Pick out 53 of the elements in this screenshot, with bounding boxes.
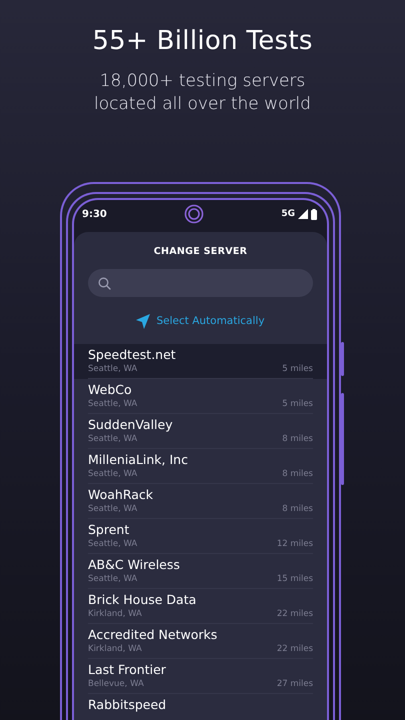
server-row[interactable]: Brick House Data Kirkland, WA 22 miles: [74, 589, 327, 624]
server-name: Accredited Networks: [88, 627, 218, 643]
server-distance: 15 miles: [276, 573, 313, 585]
headline: 55+ Billion Tests: [91, 25, 314, 58]
server-distance: 22 miles: [276, 608, 313, 620]
server-name: MilleniaLink, Inc: [88, 452, 189, 468]
server-name: AB&C Wireless: [88, 557, 181, 573]
server-row[interactable]: Accredited Networks Kirkland, WA 22 miles: [74, 624, 327, 659]
server-distance: 22 miles: [276, 643, 313, 655]
server-distance: 8 miles: [282, 468, 313, 480]
server-name: WebCo: [88, 382, 133, 398]
sheet-title: CHANGE SERVER: [152, 245, 248, 257]
server-row[interactable]: WoahRack Seattle, WA 8 miles: [74, 484, 327, 519]
search-icon: [98, 276, 111, 290]
server-row[interactable]: MilleniaLink, Inc Seattle, WA 8 miles: [74, 449, 327, 484]
server-location: Seattle, WA: [88, 363, 138, 375]
server-name: Sprent: [88, 522, 130, 538]
camera-icon: [184, 204, 204, 224]
server-location: Seattle, WA: [88, 538, 138, 550]
server-location: Seattle, WA: [88, 468, 138, 480]
signal-icon: [298, 209, 308, 219]
server-row[interactable]: WebCo Seattle, WA 5 miles: [74, 379, 327, 414]
subheadline: 18,000+ testing servers located all over the world: [93, 70, 312, 116]
server-name: SuddenValley: [88, 417, 174, 433]
server-row[interactable]: Speedtest.net Seattle, WA 5 miles: [74, 344, 327, 379]
server-distance: 5 miles: [282, 398, 313, 410]
server-row[interactable]: AB&C Wireless Seattle, WA 15 miles: [74, 554, 327, 589]
server-name: WoahRack: [88, 487, 154, 503]
server-row[interactable]: Last Frontier Bellevue, WA 27 miles: [74, 659, 327, 694]
search-field[interactable]: [88, 269, 313, 297]
server-distance: 27 miles: [276, 678, 313, 690]
battery-icon: [311, 208, 317, 220]
server-location: Seattle, WA: [88, 398, 138, 410]
select-automatically-link[interactable]: Select Automatically: [156, 315, 265, 327]
server-name: Brick House Data: [88, 592, 198, 608]
server-row[interactable]: SuddenValley Seattle, WA 8 miles: [74, 414, 327, 449]
network-type: 5G: [281, 209, 295, 219]
server-distance: 8 miles: [282, 433, 313, 445]
server-distance: 5 miles: [282, 363, 313, 375]
location-arrow-icon: [136, 314, 150, 328]
server-location: Kirkland, WA: [88, 643, 142, 655]
status-time: 9:30: [82, 208, 107, 220]
server-location: Seattle, WA: [88, 433, 138, 445]
server-location: Kirkland, WA: [88, 608, 142, 620]
server-location: Seattle, WA: [88, 573, 138, 585]
server-distance: 12 miles: [276, 538, 313, 550]
server-location: Bellevue, WA: [88, 678, 144, 690]
server-location: Seattle, WA: [88, 503, 138, 515]
server-distance: 8 miles: [282, 503, 313, 515]
server-name: Speedtest.net: [88, 347, 177, 363]
server-name: Last Frontier: [88, 662, 167, 678]
server-row[interactable]: Sprent Seattle, WA 12 miles: [74, 519, 327, 554]
server-name: Rabbitspeed: [88, 697, 168, 713]
